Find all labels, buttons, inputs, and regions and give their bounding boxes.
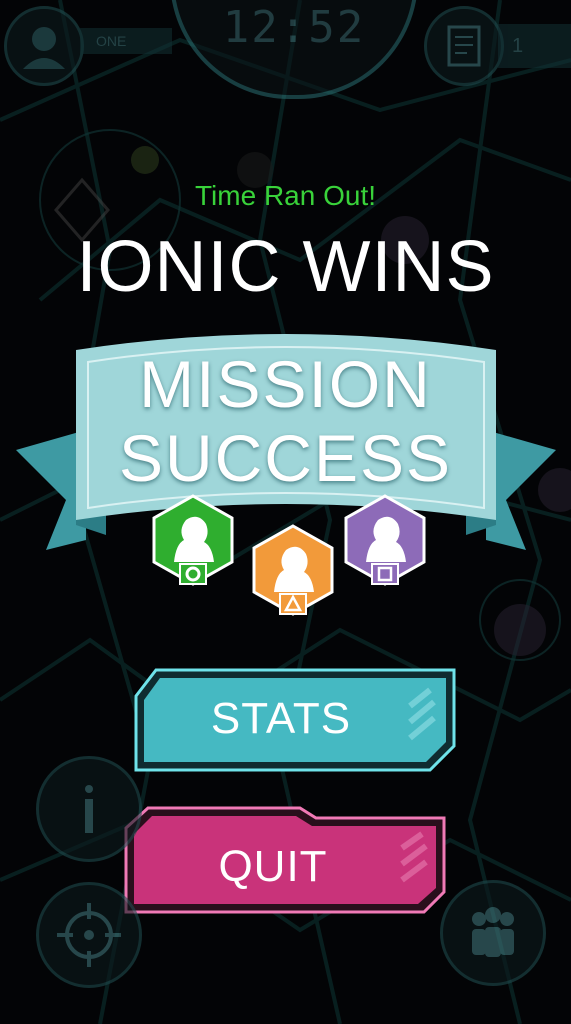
clock-text: 12:52	[222, 2, 366, 53]
mission-notes-button[interactable]	[424, 6, 504, 86]
quit-button-label: QUIT	[218, 842, 328, 891]
player-badge-purple	[342, 494, 428, 590]
result-reason: Time Ran Out!	[194, 180, 376, 211]
banner-line-1: MISSION	[139, 347, 432, 421]
crosshair-icon	[57, 903, 121, 967]
player-badge-orange	[250, 524, 336, 620]
person-icon	[23, 27, 65, 69]
stats-button-label: STATS	[210, 694, 352, 743]
winner-title: IONIC WINS	[76, 227, 495, 307]
player-avatar[interactable]	[4, 6, 84, 86]
info-icon	[85, 785, 93, 833]
banner-line-2: SUCCESS	[118, 421, 453, 495]
notes-count: 1	[498, 24, 571, 68]
player-tag: ONE	[80, 28, 172, 54]
quit-button[interactable]: QUIT	[120, 804, 450, 916]
info-button[interactable]	[36, 756, 142, 862]
team-button[interactable]	[440, 880, 546, 986]
locate-button[interactable]	[36, 882, 142, 988]
team-icon	[472, 907, 514, 957]
notepad-icon	[447, 25, 481, 67]
player-badge-green	[150, 494, 236, 590]
stats-button[interactable]: STATS	[130, 666, 460, 774]
